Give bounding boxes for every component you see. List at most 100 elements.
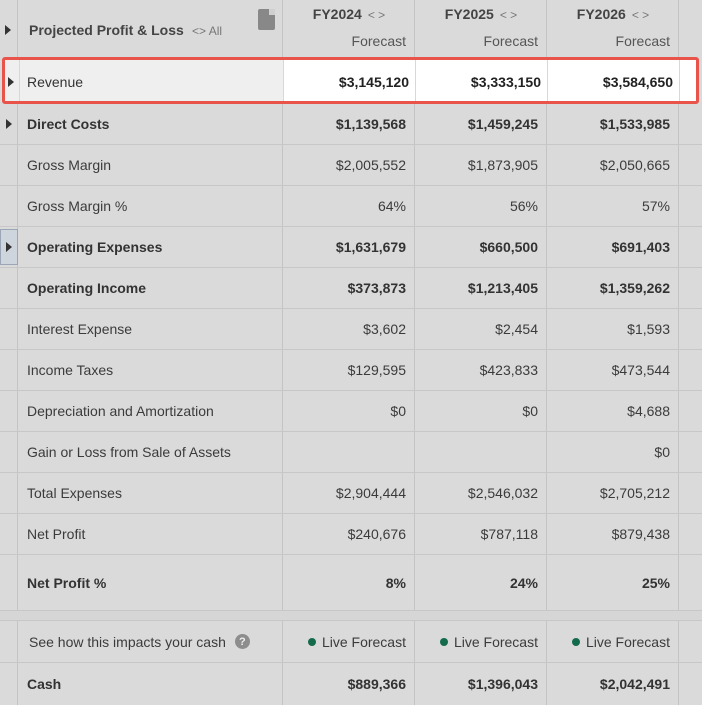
row-value[interactable]: 25% (547, 555, 679, 610)
expand-row-icon[interactable] (0, 104, 18, 144)
row-value[interactable]: $660,500 (415, 227, 547, 267)
row-value[interactable]: 56% (415, 186, 547, 226)
row-label: Direct Costs (27, 116, 110, 132)
row-value[interactable]: $889,366 (283, 663, 415, 705)
expand-all-label: All (208, 24, 223, 38)
code-arrows-icon: <> (192, 24, 207, 38)
row-value[interactable]: 8% (283, 555, 415, 610)
row-value[interactable]: $4,688 (547, 391, 679, 431)
expand-row-icon[interactable] (8, 77, 14, 87)
row-value[interactable]: $240,676 (283, 514, 415, 554)
row-label: Operating Expenses (27, 239, 163, 255)
cash-impact-label: See how this impacts your cash ? (29, 621, 282, 662)
table-row-net-profit[interactable]: Net Profit $240,676 $787,118 $879,438 (0, 514, 702, 555)
row-value[interactable]: $691,403 (547, 227, 679, 267)
table-row-interest-expense[interactable]: Interest Expense $3,602 $2,454 $1,593 (0, 309, 702, 350)
live-forecast-link[interactable]: Live Forecast (283, 621, 415, 662)
row-value[interactable]: $0 (283, 391, 415, 431)
column-header-fy2026: FY2026 < > Forecast (547, 0, 679, 62)
row-value[interactable]: 24% (415, 555, 547, 610)
table-row-operating-expenses[interactable]: Operating Expenses $1,631,679 $660,500 $… (0, 227, 702, 268)
row-value[interactable]: $3,602 (283, 309, 415, 349)
row-value[interactable] (415, 432, 547, 472)
expand-all-toggle[interactable]: <> All (192, 24, 222, 38)
table-row-gross-margin[interactable]: Gross Margin $2,005,552 $1,873,905 $2,05… (0, 145, 702, 186)
row-value[interactable]: $3,145,120 (283, 74, 409, 90)
table-row-operating-income[interactable]: Operating Income $373,873 $1,213,405 $1,… (0, 268, 702, 309)
row-value[interactable]: $1,593 (547, 309, 679, 349)
row-value[interactable]: $1,631,679 (283, 227, 415, 267)
table-row-net-profit-pct[interactable]: Net Profit % 8% 24% 25% (0, 555, 702, 611)
table-row-gain-loss-assets[interactable]: Gain or Loss from Sale of Assets $0 (0, 432, 702, 473)
table-row-depreciation[interactable]: Depreciation and Amortization $0 $0 $4,6… (0, 391, 702, 432)
row-value[interactable]: $3,333,150 (415, 74, 541, 90)
row-label: Cash (27, 676, 62, 692)
row-value[interactable]: $1,213,405 (415, 268, 547, 308)
table-row-total-expenses[interactable]: Total Expenses $2,904,444 $2,546,032 $2,… (0, 473, 702, 514)
row-label: Depreciation and Amortization (27, 403, 214, 419)
row-value[interactable]: $2,005,552 (283, 145, 415, 185)
row-value[interactable]: $129,595 (283, 350, 415, 390)
expand-row-icon[interactable] (0, 227, 18, 267)
table-row-gross-margin-pct[interactable]: Gross Margin % 64% 56% 57% (0, 186, 702, 227)
row-value[interactable]: $1,139,568 (283, 104, 415, 144)
row-value[interactable]: $3,584,650 (547, 74, 673, 90)
live-forecast-label: Live Forecast (585, 633, 670, 650)
column-header-fy2025: FY2025 < > Forecast (415, 0, 547, 62)
table-title: Projected Profit & Loss (29, 22, 184, 38)
row-value[interactable]: $1,359,262 (547, 268, 679, 308)
header-expand-icon[interactable] (5, 25, 11, 35)
export-document-icon[interactable] (258, 9, 275, 30)
section-spacer (0, 611, 702, 621)
column-subtitle: Forecast (351, 33, 406, 49)
column-year: FY2025 (444, 6, 494, 22)
row-value[interactable]: $0 (547, 432, 679, 472)
live-forecast-label: Live Forecast (321, 633, 406, 650)
table-header: Projected Profit & Loss <> All FY2024 < >… (0, 0, 702, 62)
row-value[interactable]: $2,050,665 (547, 145, 679, 185)
profit-loss-table: Projected Profit & Loss <> All FY2024 < >… (0, 0, 702, 705)
row-label: Gain or Loss from Sale of Assets (27, 444, 231, 460)
row-value[interactable]: $2,546,032 (415, 473, 547, 513)
row-value[interactable]: 64% (283, 186, 415, 226)
table-row-cash[interactable]: Cash $889,366 $1,396,043 $2,042,491 (0, 663, 702, 705)
row-value[interactable]: $1,873,905 (415, 145, 547, 185)
row-value[interactable]: $879,438 (547, 514, 679, 554)
column-nav-arrows-icon[interactable]: < > (632, 8, 649, 22)
table-row-revenue-highlighted[interactable]: Revenue $3,145,120 $3,333,150 $3,584,650 (2, 57, 699, 104)
row-value[interactable]: $423,833 (415, 350, 547, 390)
row-value[interactable]: $2,904,444 (283, 473, 415, 513)
table-row-direct-costs[interactable]: Direct Costs $1,139,568 $1,459,245 $1,53… (0, 104, 702, 145)
row-label: Interest Expense (27, 321, 133, 337)
column-nav-arrows-icon[interactable]: < > (368, 8, 385, 22)
table-row-income-taxes[interactable]: Income Taxes $129,595 $423,833 $473,544 (0, 350, 702, 391)
row-value[interactable]: $2,454 (415, 309, 547, 349)
row-label: Operating Income (27, 280, 147, 296)
column-subtitle: Forecast (615, 33, 670, 49)
row-value[interactable]: $2,042,491 (547, 663, 679, 705)
live-status-dot-icon (307, 637, 316, 646)
row-value[interactable] (283, 432, 415, 472)
table-row-cash-impact[interactable]: See how this impacts your cash ? Live Fo… (0, 621, 702, 663)
row-value[interactable]: $473,544 (547, 350, 679, 390)
row-label: Total Expenses (27, 485, 122, 501)
live-forecast-link[interactable]: Live Forecast (415, 621, 547, 662)
live-forecast-link[interactable]: Live Forecast (547, 621, 679, 662)
column-nav-arrows-icon[interactable]: < > (500, 8, 517, 22)
row-label: Net Profit % (27, 574, 107, 591)
row-value[interactable]: $787,118 (415, 514, 547, 554)
row-value[interactable]: $0 (415, 391, 547, 431)
column-year: FY2024 (312, 6, 362, 22)
row-value[interactable]: $1,459,245 (415, 104, 547, 144)
live-forecast-label: Live Forecast (453, 633, 538, 650)
help-icon[interactable]: ? (234, 634, 250, 649)
live-status-dot-icon (439, 637, 448, 646)
live-status-dot-icon (571, 637, 580, 646)
row-value[interactable]: $2,705,212 (547, 473, 679, 513)
column-year: FY2026 (576, 6, 626, 22)
row-value[interactable]: $373,873 (283, 268, 415, 308)
row-value[interactable]: $1,533,985 (547, 104, 679, 144)
column-subtitle: Forecast (483, 33, 538, 49)
row-value[interactable]: 57% (547, 186, 679, 226)
row-value[interactable]: $1,396,043 (415, 663, 547, 705)
